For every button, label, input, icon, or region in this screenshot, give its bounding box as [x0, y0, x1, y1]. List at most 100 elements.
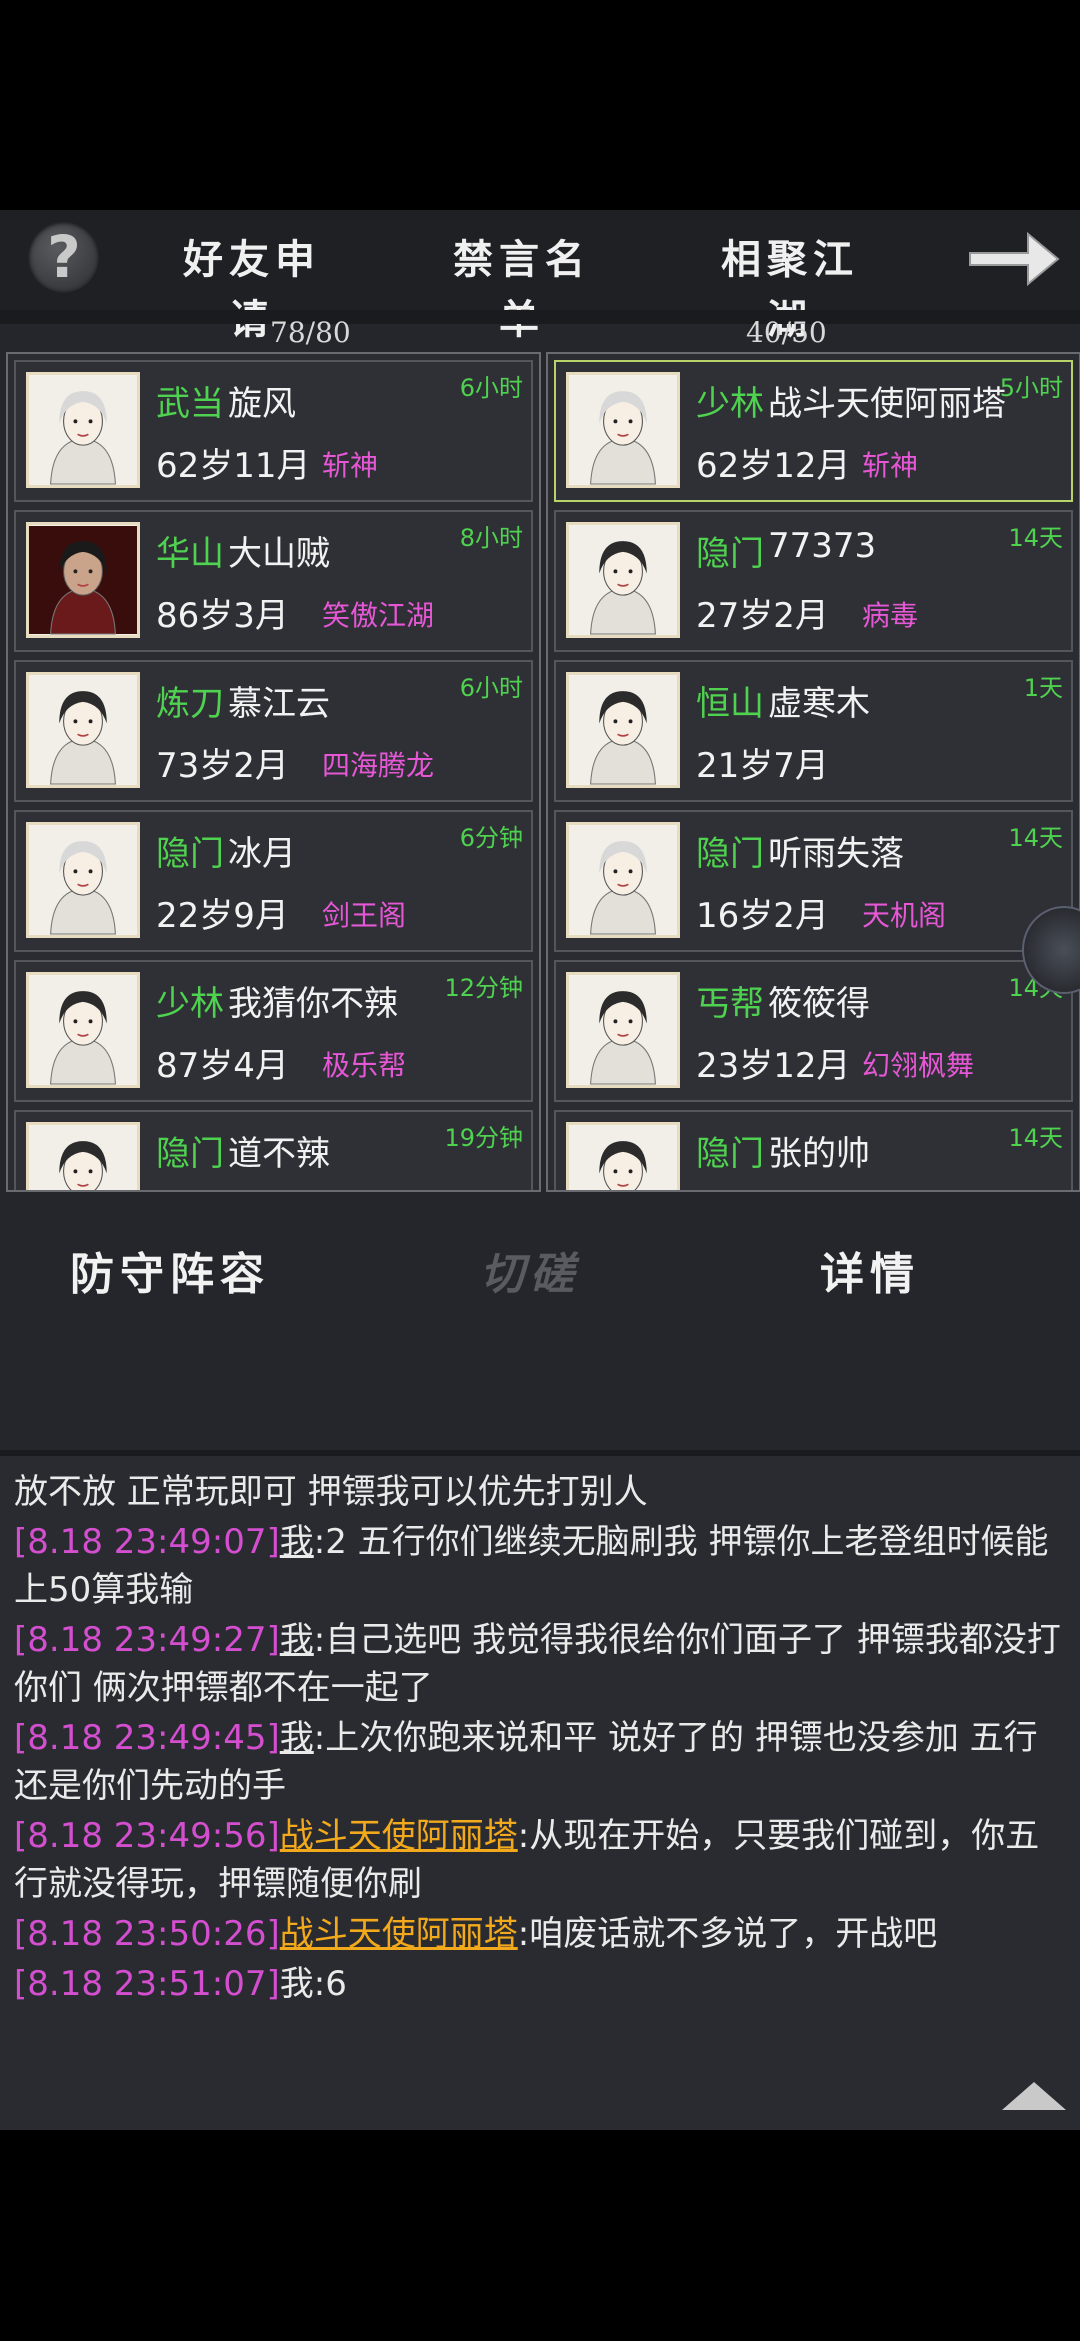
player-card[interactable]: 隐门 听雨失落 16岁2月 天机阁 14天: [554, 810, 1073, 952]
player-name: 虚寒木: [768, 684, 870, 724]
sect-label: 隐门: [696, 534, 764, 574]
player-name: 战斗天使阿丽塔: [768, 384, 1006, 424]
detail-button[interactable]: 详情: [770, 1240, 970, 1310]
avatar[interactable]: [26, 672, 140, 788]
player-age: 22岁9月: [156, 896, 289, 936]
sect-label: 隐门: [696, 1134, 764, 1174]
player-name: 77373: [768, 526, 877, 566]
chat-message: [8.18 23:50:26]战斗天使阿丽塔:咱废话就不多说了，开战吧: [14, 1910, 1064, 1958]
avatar[interactable]: [26, 522, 140, 638]
chat-sender[interactable]: 战斗天使阿丽塔: [280, 1914, 518, 1954]
last-online: 8小时: [459, 524, 523, 552]
player-age: 16岁2月: [696, 896, 829, 936]
last-online: 1天: [1023, 674, 1063, 702]
player-card[interactable]: 隐门 张的帅 14天: [554, 1110, 1073, 1190]
last-online: 14天: [1008, 1124, 1063, 1152]
player-card[interactable]: 华山 大山贼 86岁3月 笑傲江湖 8小时: [14, 510, 533, 652]
tab-mute-list[interactable]: 禁言名单: [412, 230, 632, 343]
tab-gather-jianghu[interactable]: 相聚江湖: [680, 230, 900, 343]
player-age: 73岁2月: [156, 746, 289, 786]
avatar[interactable]: [566, 972, 680, 1088]
avatar[interactable]: [26, 972, 140, 1088]
avatar[interactable]: [566, 1122, 680, 1190]
avatar[interactable]: [566, 822, 680, 938]
last-online: 14天: [1008, 524, 1063, 552]
player-name: 筱筱得: [768, 984, 870, 1024]
chat-sender[interactable]: 战斗天使阿丽塔: [280, 1816, 518, 1856]
last-online: 6分钟: [459, 824, 523, 852]
player-age: 23岁12月: [696, 1046, 851, 1086]
sect-label: 恒山: [696, 684, 764, 724]
sect-label: 少林: [696, 384, 764, 424]
sect-label: 武当: [156, 384, 224, 424]
friend-list[interactable]: 武当 旋风 62岁11月 斩神 6小时 华山 大山贼 86岁3月 笑傲江湖 8小时 炼刀 慕江云 73岁…: [6, 352, 541, 1192]
player-name: 旋风: [228, 384, 296, 424]
scroll-up-icon[interactable]: [1002, 2082, 1066, 2110]
guild-name: 斩神: [322, 449, 379, 482]
last-online: 5小时: [999, 374, 1063, 402]
player-name: 道不辣: [228, 1134, 330, 1174]
sect-label: 炼刀: [156, 684, 224, 724]
player-card[interactable]: 隐门 冰月 22岁9月 剑王阁 6分钟: [14, 810, 533, 952]
chat-sender[interactable]: 我: [280, 1718, 314, 1758]
player-name: 大山贼: [228, 534, 330, 574]
player-age: 87岁4月: [156, 1046, 289, 1086]
chat-sender[interactable]: 我: [280, 1964, 314, 2004]
player-card[interactable]: 少林 战斗天使阿丽塔 62岁12月 斩神 5小时: [554, 360, 1073, 502]
avatar[interactable]: [566, 672, 680, 788]
last-online: 6小时: [459, 374, 523, 402]
friend-count: 78/80: [270, 316, 351, 349]
avatar[interactable]: [26, 1122, 140, 1190]
guild-name: 极乐帮: [322, 1049, 407, 1082]
chat-message: [8.18 23:49:07]我:2 五行你们继续无脑刷我 押镖你上老登组时候能…: [14, 1518, 1064, 1614]
player-card[interactable]: 少林 我猜你不辣 87岁4月 极乐帮 12分钟: [14, 960, 533, 1102]
top-bar: ? 好友申请 禁言名单 相聚江湖: [0, 210, 1080, 343]
action-bar: 防守阵容 切磋 详情: [0, 1218, 1080, 1338]
avatar[interactable]: [26, 822, 140, 938]
player-card[interactable]: 武当 旋风 62岁11月 斩神 6小时: [14, 360, 533, 502]
player-age: 27岁2月: [696, 596, 829, 636]
guild-name: 天机阁: [862, 899, 947, 932]
divider: [0, 310, 1080, 324]
player-card[interactable]: 丐帮 筱筱得 23岁12月 幻翎枫舞 14天: [554, 960, 1073, 1102]
tab-friend-requests[interactable]: 好友申请: [142, 230, 362, 343]
chat-text: :6: [313, 1964, 347, 2004]
chat-message: [8.18 23:49:45]我:上次你跑来说和平 说好了的 押镖也没参加 五行…: [14, 1714, 1064, 1810]
avatar[interactable]: [566, 372, 680, 488]
player-age: 86岁3月: [156, 596, 289, 636]
player-card[interactable]: 恒山 虚寒木 21岁7月 1天: [554, 660, 1073, 802]
enemy-count: 40/50: [746, 316, 827, 349]
friends-screen: ? 好友申请 禁言名单 相聚江湖 78/80 40/50 武当旋风62岁11月斩…: [0, 210, 1080, 2130]
last-online: 6小时: [459, 674, 523, 702]
question-icon[interactable]: ?: [28, 222, 100, 294]
guild-name: 幻翎枫舞: [862, 1049, 975, 1082]
arrow-right-icon[interactable]: [966, 226, 1062, 292]
chat-sender[interactable]: 我: [280, 1620, 314, 1660]
chat-line: 放不放 正常玩即可 押镖我可以优先打别人: [14, 1472, 648, 1512]
last-online: 12分钟: [444, 974, 523, 1002]
last-online: 14天: [1008, 824, 1063, 852]
chat-panel[interactable]: 放不放 正常玩即可 押镖我可以优先打别人 [8.18 23:49:07]我:2 …: [0, 1450, 1080, 2130]
player-name: 冰月: [228, 834, 296, 874]
player-card[interactable]: 隐门 道不辣 19分钟: [14, 1110, 533, 1190]
player-card[interactable]: 隐门 77373 27岁2月 病毒 14天: [554, 510, 1073, 652]
avatar[interactable]: [26, 372, 140, 488]
last-online: 19分钟: [444, 1124, 523, 1152]
defense-lineup-button[interactable]: 防守阵容: [30, 1240, 310, 1310]
spar-button[interactable]: 切磋: [420, 1240, 640, 1310]
player-name: 慕江云: [228, 684, 330, 724]
avatar[interactable]: [566, 522, 680, 638]
chat-timestamp: [8.18 23:49:07]: [14, 1522, 280, 1562]
chat-timestamp: [8.18 23:49:27]: [14, 1620, 280, 1660]
player-age: 62岁12月: [696, 446, 851, 486]
guild-name: 笑傲江湖: [322, 599, 435, 632]
chat-sender[interactable]: 我: [280, 1522, 314, 1562]
chat-timestamp: [8.18 23:49:56]: [14, 1816, 280, 1856]
chat-message: [8.18 23:51:07]我:6: [14, 1960, 1064, 2008]
player-card[interactable]: 炼刀 慕江云 73岁2月 四海腾龙 6小时: [14, 660, 533, 802]
chat-timestamp: [8.18 23:51:07]: [14, 1964, 280, 2004]
chat-timestamp: [8.18 23:49:45]: [14, 1718, 280, 1758]
guild-name: 病毒: [862, 599, 919, 632]
enemy-list[interactable]: 少林 战斗天使阿丽塔 62岁12月 斩神 5小时 隐门 77373 27岁2月 病毒 14天 恒山虚…: [546, 352, 1080, 1192]
sect-label: 丐帮: [696, 984, 764, 1024]
